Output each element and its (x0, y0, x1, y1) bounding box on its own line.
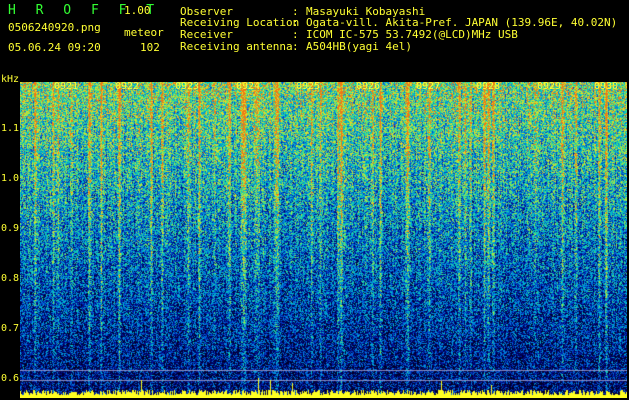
file-name: 0506240920.png (8, 21, 101, 34)
y-tick: 0.7 (1, 323, 20, 334)
mode-label: meteor (124, 26, 164, 39)
y-tick: 0.9 (1, 223, 20, 234)
time-tick: 0923 (175, 81, 200, 92)
receiver-separator: : (292, 28, 299, 41)
timestamp: 05.06.24 09:20 (8, 41, 101, 54)
time-tick: 0928 (476, 81, 501, 92)
time-tick: 0924 (236, 81, 261, 92)
time-tick: 0930 (594, 81, 619, 92)
y-tick: 1.1 (1, 123, 20, 134)
y-axis-unit: kHz (1, 74, 20, 85)
receiver-value: ICOM IC-575 53.7492(@LCD)MHz USB (306, 28, 518, 41)
app-version: 1.00 (124, 4, 151, 17)
location-separator: : (292, 16, 299, 29)
event-count: 102 (140, 41, 160, 54)
receiver-label: Receiver (180, 28, 233, 41)
time-tick: 0927 (416, 81, 441, 92)
antenna-label: Receiving antenna (180, 40, 293, 53)
y-tick: 0.6 (1, 373, 20, 384)
location-label: Receiving Location (180, 16, 300, 29)
time-tick: 0921 (54, 81, 79, 92)
time-tick: 0926 (356, 81, 381, 92)
y-tick: 1.0 (1, 173, 20, 184)
spectrogram-waterfall (20, 82, 627, 398)
time-tick: 0925 (296, 81, 321, 92)
antenna-value: A504HB(yagi 4el) (306, 40, 412, 53)
time-tick: 0929 (537, 81, 562, 92)
y-tick: 0.8 (1, 273, 20, 284)
time-tick: 0922 (115, 81, 140, 92)
antenna-separator: : (292, 40, 299, 53)
location-value: Ogata-vill. Akita-Pref. JAPAN (139.96E, … (306, 16, 618, 29)
